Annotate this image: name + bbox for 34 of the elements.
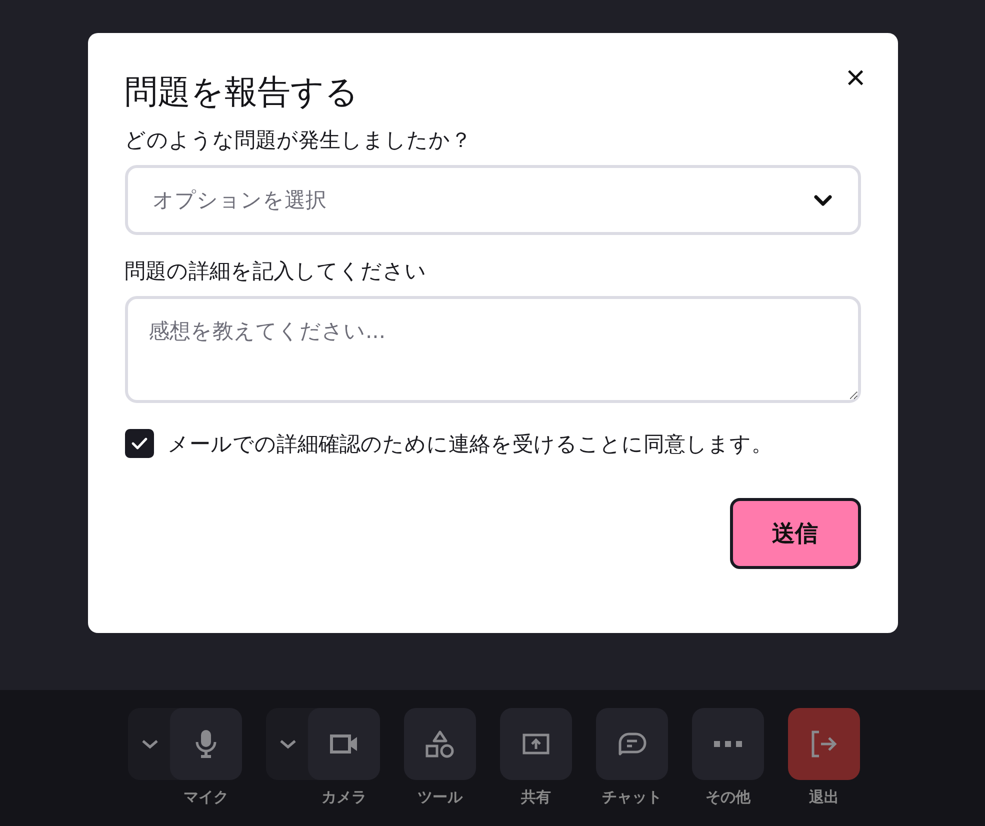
toolbar-button[interactable] [596,708,668,780]
text-area[interactable]: 感想を教えてください... [124,296,860,403]
button-label: マイク [182,788,230,807]
exit-icon [810,730,838,758]
button-label: 共有 [520,788,552,807]
button-label: その他 [704,788,752,807]
toolbar-button[interactable] [308,708,380,780]
checkbox[interactable] [124,429,154,458]
select-field[interactable]: オプションを選択 [124,165,860,235]
button-label: ツール [416,788,464,807]
leave-button[interactable] [788,708,860,780]
chevron-down-icon [279,739,297,749]
button-label: チャット [601,788,663,807]
checkbox-label: メールでの詳細確認のために連絡を受けることに同意します。 [168,430,772,458]
video-camera-icon [330,734,358,754]
screen-upload-icon [522,733,550,755]
toolbar-button[interactable] [170,708,242,780]
shapes-icon [425,730,455,758]
submit-button[interactable]: 送信 [730,498,860,569]
dialog-title: 問題を報告する [124,71,358,113]
toolbar-button[interactable] [692,708,764,780]
chevron-down-icon [141,739,159,749]
microphone-icon [194,729,218,759]
button-label: カメラ [320,788,368,807]
close-button[interactable]: × [842,61,870,95]
toolbar-button[interactable] [500,708,572,780]
toolbar-button[interactable] [404,708,476,780]
checkmark-icon [130,437,148,450]
field-label: 問題の詳細を記入してください [124,258,428,285]
button-label: 退出 [808,788,840,807]
field-label: どのような問題が発生しましたか？ [124,127,472,154]
chat-bubble-icon [617,732,647,756]
chevron-down-icon [814,194,832,206]
more-icon [714,741,742,747]
